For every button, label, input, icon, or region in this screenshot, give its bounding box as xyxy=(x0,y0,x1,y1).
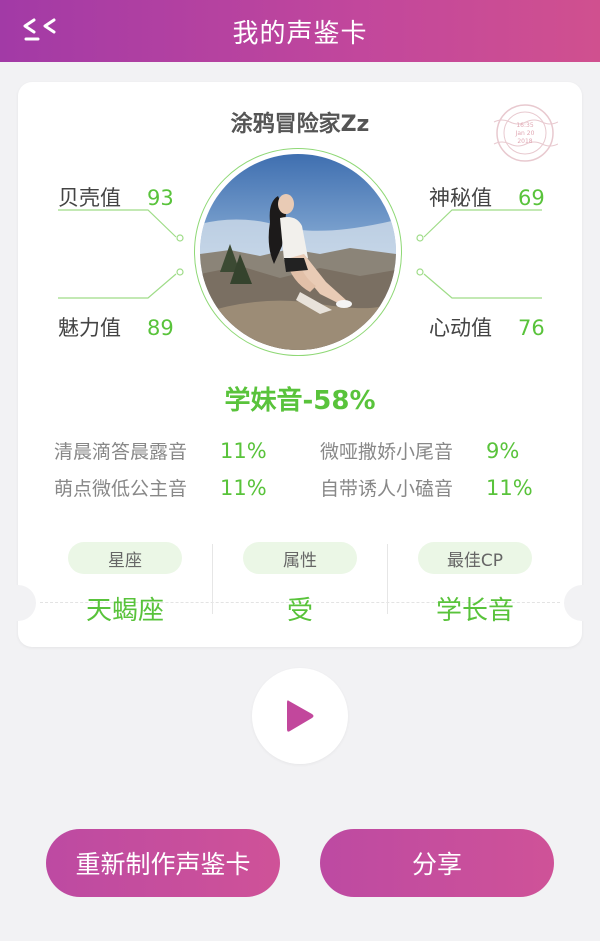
stat-value: 69 xyxy=(518,186,545,210)
avatar xyxy=(200,154,396,350)
app-header: 我的声鉴卡 xyxy=(0,0,600,62)
back-arrow-icon[interactable] xyxy=(20,12,64,48)
info-value: 受 xyxy=(286,596,313,626)
stat-value: 76 xyxy=(518,316,545,340)
info-best-cp: 最佳CP 学长音 xyxy=(388,542,562,632)
sub-voice-name: 自带诱人小磕音 xyxy=(320,478,454,500)
info-label-pill: 属性 xyxy=(243,542,357,574)
play-icon xyxy=(287,700,314,732)
card-notch-left xyxy=(0,585,36,621)
sub-voice-pct: 11% xyxy=(220,475,267,500)
page-title: 我的声鉴卡 xyxy=(232,18,368,49)
remake-card-button[interactable]: 重新制作声鉴卡 xyxy=(46,829,280,897)
info-label-pill: 最佳CP xyxy=(418,542,532,574)
info-attribute: 属性 受 xyxy=(213,542,387,632)
stat-label: 神秘值 xyxy=(429,186,492,210)
stat-value: 93 xyxy=(147,186,174,210)
info-value: 学长音 xyxy=(435,596,514,626)
stat-label: 心动值 xyxy=(429,316,492,340)
info-label-pill: 星座 xyxy=(68,542,182,574)
voice-card: 涂鸦冒险家Zz 16:35 Jan 20 2018 贝壳值 93 神秘值 69 … xyxy=(0,82,600,647)
card-notch-right xyxy=(564,585,600,621)
info-zodiac: 星座 天蝎座 xyxy=(38,542,212,632)
share-button[interactable]: 分享 xyxy=(320,829,554,897)
stat-label: 贝壳值 xyxy=(58,186,121,210)
sub-voice-pct: 9% xyxy=(486,438,520,463)
sub-voice-name: 萌点微低公主音 xyxy=(54,478,188,500)
stat-mystery: 神秘值 69 xyxy=(429,182,545,212)
sub-voice-item: 微哑撒娇小尾音 9% xyxy=(320,437,519,464)
stat-shell: 贝壳值 93 xyxy=(58,182,174,212)
stat-value: 89 xyxy=(147,316,174,340)
info-value: 天蝎座 xyxy=(85,596,164,626)
sub-voice-name: 微哑撒娇小尾音 xyxy=(320,441,454,463)
stat-label: 魅力值 xyxy=(58,316,121,340)
play-button[interactable] xyxy=(252,668,348,764)
stat-heartbeat: 心动值 76 xyxy=(429,312,545,342)
sub-voice-name: 清晨滴答晨露音 xyxy=(54,441,188,463)
sub-voice-pct: 11% xyxy=(486,475,533,500)
sub-voice-item: 清晨滴答晨露音 11% xyxy=(54,437,267,464)
sub-voice-pct: 11% xyxy=(220,438,267,463)
sub-voice-item: 萌点微低公主音 11% xyxy=(54,474,267,501)
main-voice-type: 学妹音-58% xyxy=(224,386,376,416)
stat-charm: 魅力值 89 xyxy=(58,312,174,342)
sub-voice-item: 自带诱人小磕音 11% xyxy=(320,474,533,501)
